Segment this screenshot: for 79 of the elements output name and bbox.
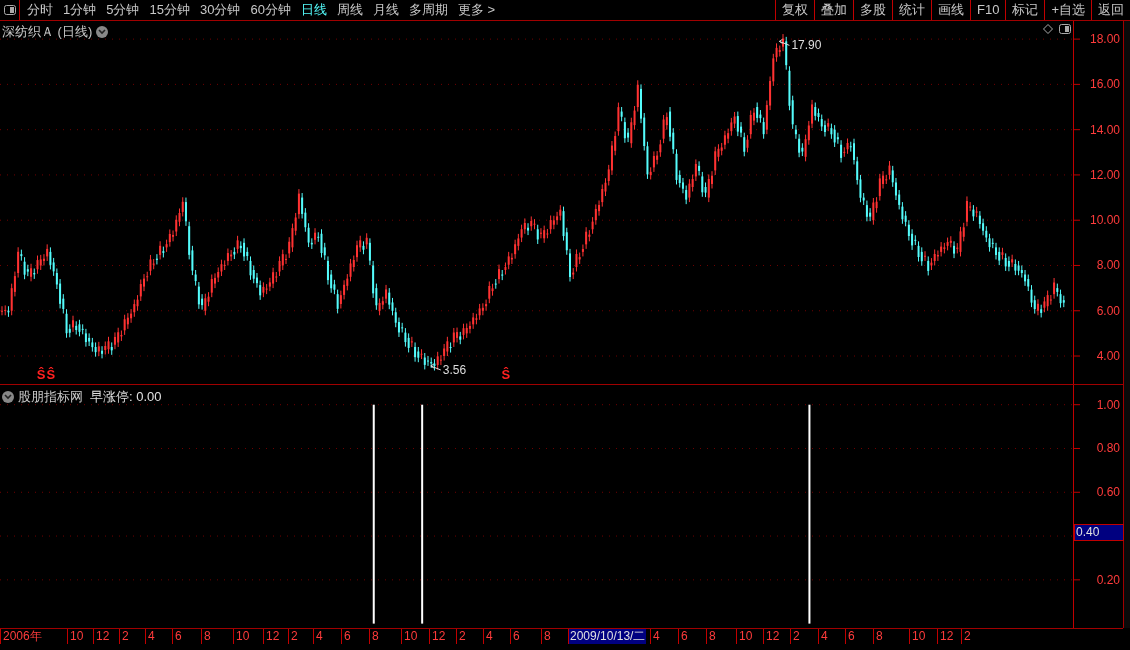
period-tab[interactable]: 更多 > [457,0,496,20]
diamond-icon[interactable] [1043,24,1053,34]
period-tab[interactable]: 1分钟 [63,0,97,20]
date-label: 4 [818,629,828,644]
leader-line [430,363,442,371]
date-label: 12 [263,629,280,644]
period-tab[interactable]: 多周期 [408,0,448,20]
axis-label: 4.00 [1096,349,1120,363]
axis-label: 18.00 [1089,32,1120,47]
cursor-value: 0.40 [1074,524,1124,542]
axis-label: 16.00 [1089,77,1120,92]
period-tab[interactable]: 30分钟 [199,0,241,20]
period-tab[interactable]: 60分钟 [250,0,291,20]
toolbar-button[interactable]: 复权 [775,0,814,20]
signal-mark: Ŝ [501,367,511,382]
toolbar-button[interactable]: 画线 [931,0,970,20]
indicator-name: 股朋指标网 [18,388,83,406]
date-label: 12 [429,629,446,644]
axis-label: 8.00 [1096,258,1120,273]
axis-label: 0.60 [1096,485,1120,500]
chart-title: 深纺织Ａ (日线) [2,23,93,41]
period-tab[interactable]: 月线 [372,0,399,20]
price-label: 3.56 [442,363,467,377]
indicator-reading: 早涨停: 0.00 [90,388,162,406]
period-tab[interactable]: 5分钟 [106,0,140,20]
toolbar-button[interactable]: 标记 [1005,0,1045,20]
date-label: 2 [456,629,466,644]
signal-mark: Ŝ [36,367,46,382]
panel-toggle-icon[interactable] [1059,24,1071,34]
date-label: 10 [909,629,926,644]
period-tab[interactable]: 15分钟 [149,0,190,20]
toolbar-button[interactable]: +自选 [1044,0,1091,20]
signal-mark: Ŝ [46,367,56,382]
date-label: 10 [67,629,84,644]
date-label: 12 [93,629,110,644]
date-label: 2009/10/13/二 [568,629,647,644]
price-label: 17.90 [791,38,822,53]
date-label: 4 [313,629,323,644]
period-tab[interactable]: 分时 [27,0,53,20]
toolbar-button[interactable]: 叠加 [814,0,853,20]
toolbar-button[interactable]: 返回 [1091,0,1130,20]
date-label: 6 [510,629,520,644]
date-label: 2 [790,629,800,644]
date-label: 4 [483,629,493,644]
date-label: 8 [201,629,211,644]
toolbar-button[interactable]: F10 [970,0,1006,20]
toolbar-button[interactable]: 统计 [892,0,931,20]
date-label: 10 [401,629,418,644]
date-label: 12 [937,629,954,644]
toolbar-button[interactable]: 多股 [853,0,892,20]
axis-label: 0.80 [1096,441,1120,456]
date-label: 10 [233,629,250,644]
date-label: 8 [706,629,716,644]
axis-label: 10.00 [1089,213,1120,228]
date-label: 8 [541,629,551,644]
dropdown-icon[interactable] [96,25,109,38]
date-label: 2 [961,629,971,644]
date-label: 8 [873,629,883,644]
date-label: 4 [145,629,155,644]
axis-label: 0.20 [1096,572,1120,587]
date-label: 6 [845,629,855,644]
date-label: 2 [288,629,298,644]
date-label: 2006年 [0,629,42,644]
date-label: 6 [172,629,182,644]
period-tab[interactable]: 周线 [336,0,363,20]
period-tab[interactable]: 日线 [300,0,327,20]
axis-label: 6.00 [1096,303,1120,318]
leader-line [778,38,790,46]
date-label: 2 [119,629,129,644]
date-label: 6 [341,629,351,644]
date-label: 4 [650,629,660,644]
axis-label: 1.00 [1096,397,1120,412]
date-label: 10 [736,629,753,644]
axis-label: 12.00 [1089,167,1120,182]
date-label: 6 [678,629,688,644]
date-label: 8 [369,629,379,644]
date-label: 12 [763,629,780,644]
dropdown-icon[interactable] [2,390,14,403]
axis-label: 14.00 [1089,122,1120,137]
